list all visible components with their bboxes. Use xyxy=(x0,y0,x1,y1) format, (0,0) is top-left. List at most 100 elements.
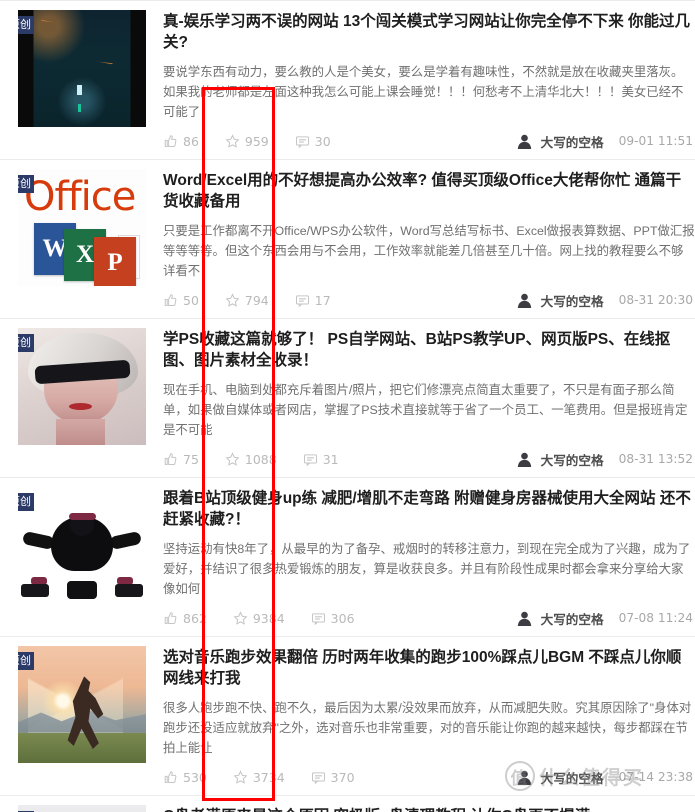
article-body: 选对音乐跑步效果翻倍 历时两年收集的跑步100%踩点儿BGM 不踩点儿你顺网线来… xyxy=(146,646,695,787)
thumbnail-image xyxy=(18,328,146,445)
article-description: 要说学东西有动力，要么教的人是个美女，要么是学着有趣味性，不然就是放在收藏夹里落… xyxy=(163,65,684,119)
comment-count[interactable]: 17 xyxy=(295,293,331,308)
favorite-count[interactable]: 1088 xyxy=(225,452,277,467)
star-icon xyxy=(225,451,240,467)
author-name[interactable]: 大写的空格 xyxy=(541,609,604,628)
like-count-value: 530 xyxy=(183,769,207,785)
article-title[interactable]: 真-娱乐学习两不误的网站 13个闯关模式学习网站让你完全停不下来 你能过几关? xyxy=(163,11,695,53)
publish-date: 07-14 23:38 xyxy=(618,770,693,784)
article-author-block: 大写的空格 08-31 20:30 xyxy=(516,291,695,310)
article-thumbnail[interactable]: 原创 xyxy=(18,805,146,812)
favorite-count[interactable]: 959 xyxy=(225,134,269,149)
article-body: 跟着B站顶级健身up练 减肥/增肌不走弯路 附赠健身房器械使用大全网站 还不赶紧… xyxy=(146,487,695,628)
thumbs-up-icon xyxy=(163,293,178,308)
publish-date: 07-08 11:24 xyxy=(618,611,693,625)
favorite-count-value: 959 xyxy=(244,133,269,149)
article-description: 现在手机、电脑到处都充斥着图片/照片，把它们修漂亮点简直太重要了，不只是有面子那… xyxy=(163,383,688,437)
star-icon xyxy=(225,292,240,308)
comment-count-value: 30 xyxy=(314,133,331,149)
favorite-count[interactable]: 9384 xyxy=(233,611,285,626)
comment-icon xyxy=(311,611,326,626)
article-card[interactable]: 原创 选对音乐跑步效果翻倍 历时两年收集的跑步100%踩点儿BGM 不踩点儿你顺网… xyxy=(0,636,695,795)
article-stats-row: 530 3734 370 大写的空格 07-14 23:38 xyxy=(163,767,695,787)
thumbs-up-icon xyxy=(163,134,178,149)
original-badge: 原创 xyxy=(18,652,34,670)
thumbnail-image xyxy=(18,10,146,127)
original-badge: 原创 xyxy=(18,16,34,34)
article-feed-page: 原创 真-娱乐学习两不误的网站 13个闯关模式学习网站让你完全停不下来 你能过几关… xyxy=(0,0,695,812)
article-list: 原创 真-娱乐学习两不误的网站 13个闯关模式学习网站让你完全停不下来 你能过几关… xyxy=(0,0,695,812)
publish-date: 08-31 20:30 xyxy=(618,293,693,307)
comment-count[interactable]: 370 xyxy=(311,770,355,785)
comment-count-value: 31 xyxy=(322,451,339,467)
article-thumbnail[interactable]: 原创 xyxy=(18,646,146,763)
comment-count-value: 306 xyxy=(330,610,355,626)
thumbnail-image: Office W X P xyxy=(18,169,146,286)
like-count[interactable]: 86 xyxy=(163,134,199,149)
article-author-block: 大写的空格 09-01 11:51 xyxy=(516,132,695,151)
like-count-value: 862 xyxy=(183,610,207,626)
like-count[interactable]: 50 xyxy=(163,293,199,308)
user-avatar-icon xyxy=(516,610,533,627)
publish-date: 08-31 13:52 xyxy=(618,452,693,466)
like-count[interactable]: 862 xyxy=(163,611,207,626)
comment-icon xyxy=(303,452,318,467)
article-card[interactable]: 原创 真-娱乐学习两不误的网站 13个闯关模式学习网站让你完全停不下来 你能过几关… xyxy=(0,0,695,159)
article-thumbnail[interactable]: 原创 xyxy=(18,10,146,127)
article-author-block: 大写的空格 07-14 23:38 xyxy=(516,768,695,787)
thumbnail-image xyxy=(18,646,146,763)
thumbnail-image xyxy=(18,805,146,812)
original-badge: 原创 xyxy=(18,334,34,352)
author-name[interactable]: 大写的空格 xyxy=(541,450,604,469)
comment-count[interactable]: 306 xyxy=(311,611,355,626)
user-avatar-icon xyxy=(516,769,533,786)
article-author-block: 大写的空格 08-31 13:52 xyxy=(516,450,695,469)
thumbs-up-icon xyxy=(163,770,178,785)
article-thumbnail[interactable]: 原创 xyxy=(18,487,146,604)
article-thumbnail[interactable]: 原创 xyxy=(18,328,146,445)
article-stats-row: 862 9384 306 大写的空格 07-08 11:24 xyxy=(163,608,695,628)
user-avatar-icon xyxy=(516,451,533,468)
article-card[interactable]: 原创 跟着B站顶级健身up练 减肥/增肌不走弯路 附赠健身房器械使用大全网站 还不… xyxy=(0,477,695,636)
article-card[interactable]: OfficeWXP原创 Word/Excel用的不好想提高办公效率? 值得买顶级O… xyxy=(0,159,695,318)
favorite-count[interactable]: 3734 xyxy=(233,770,285,785)
thumbnail-image xyxy=(18,487,146,604)
comment-count[interactable]: 30 xyxy=(295,134,331,149)
comment-icon xyxy=(311,770,326,785)
thumbs-up-icon xyxy=(163,611,178,626)
like-count-value: 75 xyxy=(183,451,199,467)
like-count[interactable]: 530 xyxy=(163,770,207,785)
author-name[interactable]: 大写的空格 xyxy=(541,132,604,151)
article-body: 真-娱乐学习两不误的网站 13个闯关模式学习网站让你完全停不下来 你能过几关? 要… xyxy=(146,10,695,151)
article-body: C盘老满原来是这个原因 究极版c盘清理教程 让你C盘再不爆满前言前段时间写了篇提… xyxy=(146,805,695,812)
article-stats-row: 50 794 17 大写的空格 08-31 20:30 xyxy=(163,290,695,310)
thumbs-up-icon xyxy=(163,452,178,467)
article-title[interactable]: 选对音乐跑步效果翻倍 历时两年收集的跑步100%踩点儿BGM 不踩点儿你顺网线来… xyxy=(163,647,695,689)
article-body: 学PS收藏这篇就够了！ PS自学网站、B站PS教学UP、网页版PS、在线抠图、图… xyxy=(146,328,695,469)
article-thumbnail[interactable]: OfficeWXP原创 xyxy=(18,169,146,286)
article-title[interactable]: Word/Excel用的不好想提高办公效率? 值得买顶级Office大佬帮你忙 … xyxy=(163,170,695,212)
article-title[interactable]: 跟着B站顶级健身up练 减肥/增肌不走弯路 附赠健身房器械使用大全网站 还不赶紧… xyxy=(163,488,695,530)
publish-date: 09-01 11:51 xyxy=(618,134,693,148)
article-card[interactable]: 原创 学PS收藏这篇就够了！ PS自学网站、B站PS教学UP、网页版PS、在线抠图… xyxy=(0,318,695,477)
comment-count-value: 17 xyxy=(314,292,331,308)
comment-count[interactable]: 31 xyxy=(303,452,339,467)
favorite-count-value: 794 xyxy=(244,292,269,308)
like-count[interactable]: 75 xyxy=(163,452,199,467)
author-name[interactable]: 大写的空格 xyxy=(541,291,604,310)
favorite-count-value: 1088 xyxy=(244,451,277,467)
author-name[interactable]: 大写的空格 xyxy=(541,768,604,787)
original-badge: 原创 xyxy=(18,175,34,193)
article-title[interactable]: C盘老满原来是这个原因 究极版c盘清理教程 让你C盘再不爆满 xyxy=(163,806,695,812)
article-card[interactable]: 原创C盘老满原来是这个原因 究极版c盘清理教程 让你C盘再不爆满前言前段时间写了… xyxy=(0,795,695,812)
original-badge: 原创 xyxy=(18,493,34,511)
favorite-count-value: 3734 xyxy=(252,769,285,785)
comment-count-value: 370 xyxy=(330,769,355,785)
article-title[interactable]: 学PS收藏这篇就够了！ PS自学网站、B站PS教学UP、网页版PS、在线抠图、图… xyxy=(163,329,695,371)
favorite-count[interactable]: 794 xyxy=(225,293,269,308)
article-description: 很多人跑步跑不快、跑不久，最后因为太累/没效果而放弃，从而减肥失败。究其原因除了… xyxy=(163,701,692,755)
favorite-count-value: 9384 xyxy=(252,610,285,626)
user-avatar-icon xyxy=(516,133,533,150)
star-icon xyxy=(233,769,248,785)
article-author-block: 大写的空格 07-08 11:24 xyxy=(516,609,695,628)
